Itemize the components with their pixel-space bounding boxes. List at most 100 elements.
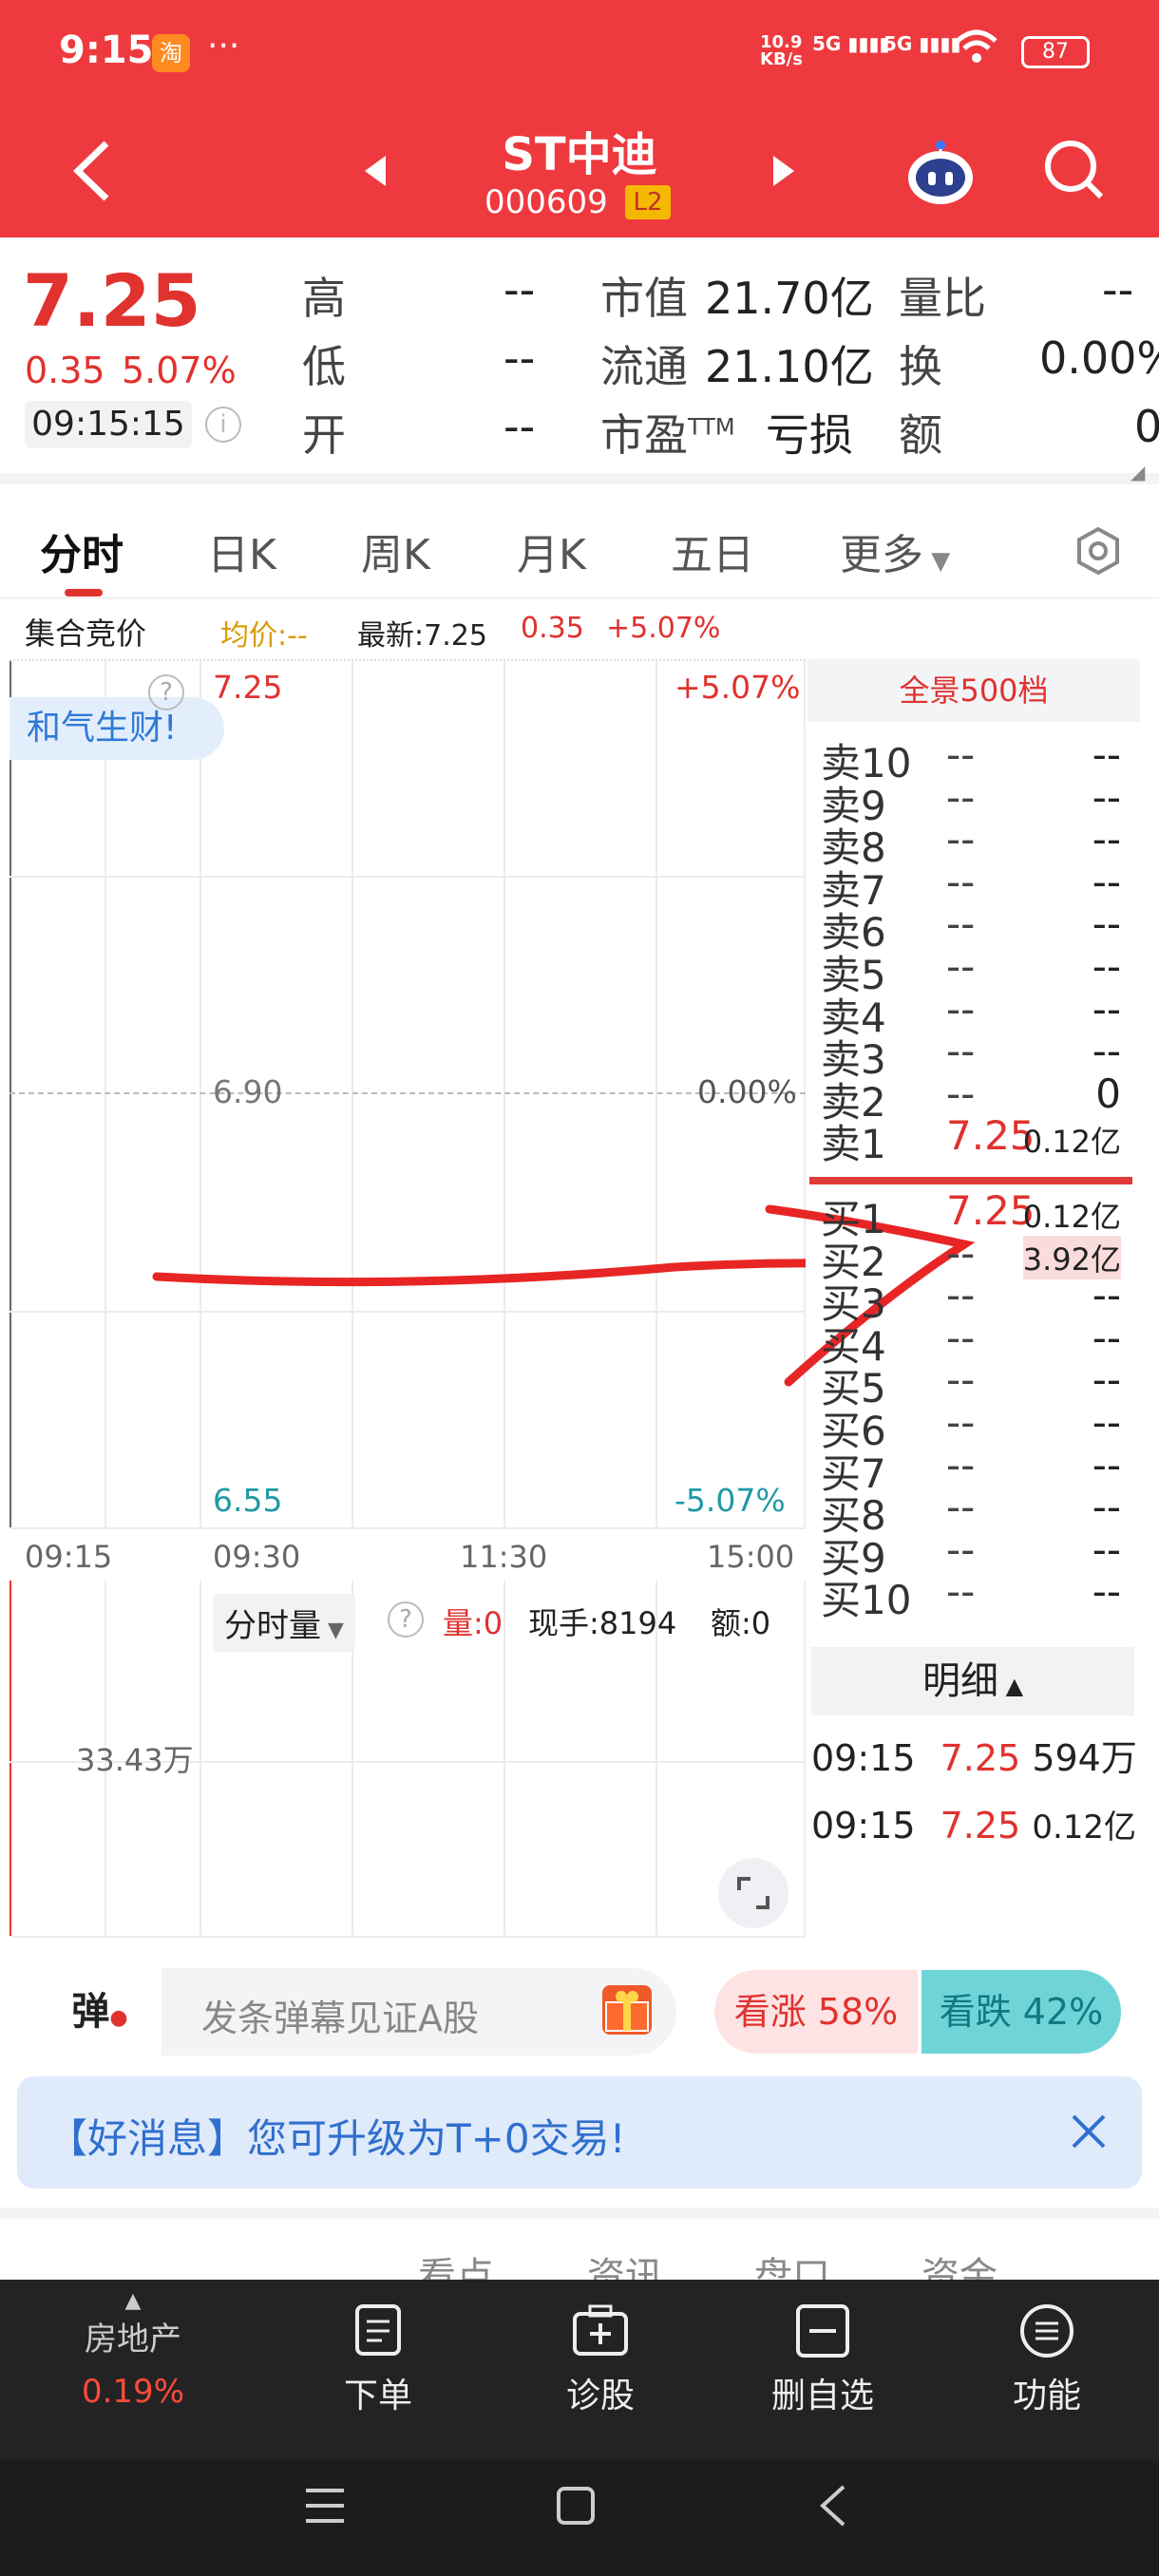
order-book: 全景500档 卖10 -- -- 卖9 -- -- 卖8 -- -- 卖7 -- -- 卖6 -- -- 卖5… (808, 659, 1140, 1647)
tab-daily[interactable]: 日K (207, 521, 276, 581)
order-button[interactable]: 下单 (302, 2302, 454, 2417)
peek-tab[interactable]: 资讯 (587, 2245, 663, 2280)
buy-row[interactable]: 买4 -- -- (808, 1314, 1130, 1370)
sector-button[interactable]: ▲ 房地产 0.19% (57, 2289, 209, 2411)
peek-tab[interactable]: 盘口 (754, 2245, 830, 2280)
system-menu-icon[interactable] (304, 2487, 346, 2525)
sell-volume: -- (1092, 816, 1121, 863)
sell-price: -- (946, 985, 976, 1032)
quote-panel: 7.25 0.35 5.07% 09:15:15 i 高 -- 低 -- 开 -… (0, 237, 1159, 484)
fullscreen-icon[interactable] (718, 1858, 788, 1928)
system-back-icon[interactable] (813, 2483, 851, 2529)
low-label: 低 (302, 341, 346, 392)
turnover-value: 0.00% (1039, 332, 1159, 384)
menu-circle-icon (1020, 2304, 1074, 2358)
low-value: -- (504, 332, 536, 384)
prev-stock-icon[interactable] (361, 152, 390, 190)
signal2-icon: 5G ▮▮▮▮ (884, 32, 961, 55)
sell-row[interactable]: 卖5 -- -- (808, 943, 1130, 998)
tab-five-day[interactable]: 五日 (671, 521, 754, 581)
system-home-icon[interactable] (555, 2485, 597, 2527)
sell-row[interactable]: 卖8 -- -- (808, 816, 1130, 871)
buy-volume: -- (1092, 1441, 1121, 1488)
sell-row[interactable]: 卖6 -- -- (808, 900, 1130, 956)
bullish-vote-button[interactable]: 看涨 58% (714, 1970, 918, 2054)
sell-volume: -- (1092, 773, 1121, 821)
buy-volume: -- (1092, 1399, 1121, 1446)
sell-row[interactable]: 卖7 -- -- (808, 859, 1130, 914)
tab-intraday[interactable]: 分时 (40, 521, 124, 581)
mcap-value: 21.70亿 (705, 273, 874, 324)
turnover-label: 换 (899, 341, 942, 392)
sell-price: -- (946, 773, 976, 821)
buy-volume: -- (1092, 1314, 1121, 1361)
volume-help-icon[interactable]: ? (388, 1601, 424, 1638)
buy-row[interactable]: 买8 -- -- (808, 1484, 1130, 1539)
order-book-header[interactable]: 全景500档 (808, 659, 1140, 722)
sell-row[interactable]: 卖10 -- -- (808, 731, 1130, 786)
danmu-input[interactable]: 发条弹幕见证A股 (201, 1989, 479, 2041)
buy-volume: -- (1092, 1484, 1121, 1531)
buy-row[interactable]: 买5 -- -- (808, 1356, 1130, 1411)
sell-price: -- (946, 1070, 976, 1117)
vr-label: 量比 (899, 273, 986, 324)
status-dots: ··· (207, 27, 240, 66)
sell-volume: -- (1092, 1028, 1121, 1075)
detail-header[interactable]: 明细 ▲ (811, 1647, 1134, 1715)
sell-row[interactable]: 卖9 -- -- (808, 773, 1130, 829)
sell-row[interactable]: 卖4 -- -- (808, 985, 1130, 1041)
buy-row[interactable]: 买6 -- -- (808, 1399, 1130, 1454)
sell-row[interactable]: 卖1 7.25 0.12亿 (808, 1112, 1130, 1167)
sell-volume: 0 (1095, 1070, 1121, 1117)
function-button[interactable]: 功能 (971, 2302, 1123, 2417)
robot-assistant-icon[interactable] (904, 138, 977, 210)
nav-bar: ST中迪 000609 L2 (0, 109, 1159, 237)
buy-row[interactable]: 买3 -- -- (808, 1272, 1130, 1327)
buy-row[interactable]: 买7 -- -- (808, 1441, 1130, 1497)
tab-monthly[interactable]: 月K (517, 521, 586, 581)
sell-row[interactable]: 卖2 -- 0 (808, 1070, 1130, 1126)
gift-icon[interactable] (602, 1985, 652, 2035)
remove-watchlist-button[interactable]: 删自选 (747, 2302, 899, 2417)
danmu-bar[interactable]: 弹● 发条弹幕见证A股 (38, 1968, 676, 2055)
order-icon (355, 2304, 401, 2356)
current-price: 7.25 (23, 258, 201, 343)
buy-row[interactable]: 买9 -- -- (808, 1526, 1130, 1582)
diagnose-button[interactable]: 诊股 (524, 2302, 676, 2417)
time-0915: 09:15 (25, 1539, 113, 1575)
sell-row[interactable]: 卖3 -- -- (808, 1028, 1130, 1083)
danmu-toggle[interactable]: 弹● (38, 1968, 162, 2055)
search-icon[interactable] (1042, 136, 1109, 206)
next-stock-icon[interactable] (770, 152, 798, 190)
peek-tab[interactable]: 资金 (922, 2245, 998, 2280)
sell-level-label: 卖1 (821, 1121, 886, 1168)
latest-price: 最新:7.25 (357, 619, 487, 653)
volume-chart[interactable]: 分时量 ▼ ? 量:0 现手:8194 额:0 33.43万 (10, 1581, 806, 1940)
buy-volume: -- (1092, 1356, 1121, 1404)
tab-weekly[interactable]: 周K (361, 521, 430, 581)
volume-menu[interactable]: 分时量 ▼ (213, 1594, 355, 1652)
bearish-vote-button[interactable]: 看跌 42% (922, 1970, 1121, 2054)
info-icon[interactable]: i (205, 407, 241, 443)
promo-banner[interactable]: 【好消息】您可升级为T+0交易! (17, 2076, 1142, 2188)
peek-tab[interactable]: 看点 (418, 2245, 494, 2280)
expand-icon[interactable]: ◢ (1130, 461, 1145, 483)
detail-row: 09:15 7.25 0.12亿 (811, 1805, 1137, 1847)
volume-scale: 33.43万 (76, 1742, 194, 1778)
remove-icon (796, 2304, 849, 2358)
price-chart[interactable]: 7.25 +5.07% 6.90 0.00% 6.55 -5.07% 和气生财!… (10, 659, 806, 1531)
settings-icon[interactable] (1074, 526, 1123, 576)
amount-value: 0 (1134, 401, 1159, 452)
price-change: 0.35 (25, 350, 105, 391)
time-axis: 09:15 09:30 11:30 15:00 (0, 1531, 808, 1581)
close-icon[interactable] (1068, 2111, 1110, 2152)
buy-row[interactable]: 买10 -- -- (808, 1568, 1130, 1623)
buy-price: -- (946, 1272, 976, 1319)
price-change-pct: 5.07% (122, 350, 237, 391)
status-bar: 9:15 淘 ··· 10.9 KB/s 5G ▮▮▮▮ 5G ▮▮▮▮ 87 (0, 0, 1159, 109)
buy-row[interactable]: 买1 7.25 0.12亿 (808, 1187, 1130, 1242)
high-value: -- (504, 264, 536, 315)
back-icon[interactable] (66, 138, 114, 204)
buy-row[interactable]: 买2 -- 3.92亿 (808, 1230, 1130, 1285)
tab-more[interactable]: 更多 ▼ (840, 521, 950, 581)
